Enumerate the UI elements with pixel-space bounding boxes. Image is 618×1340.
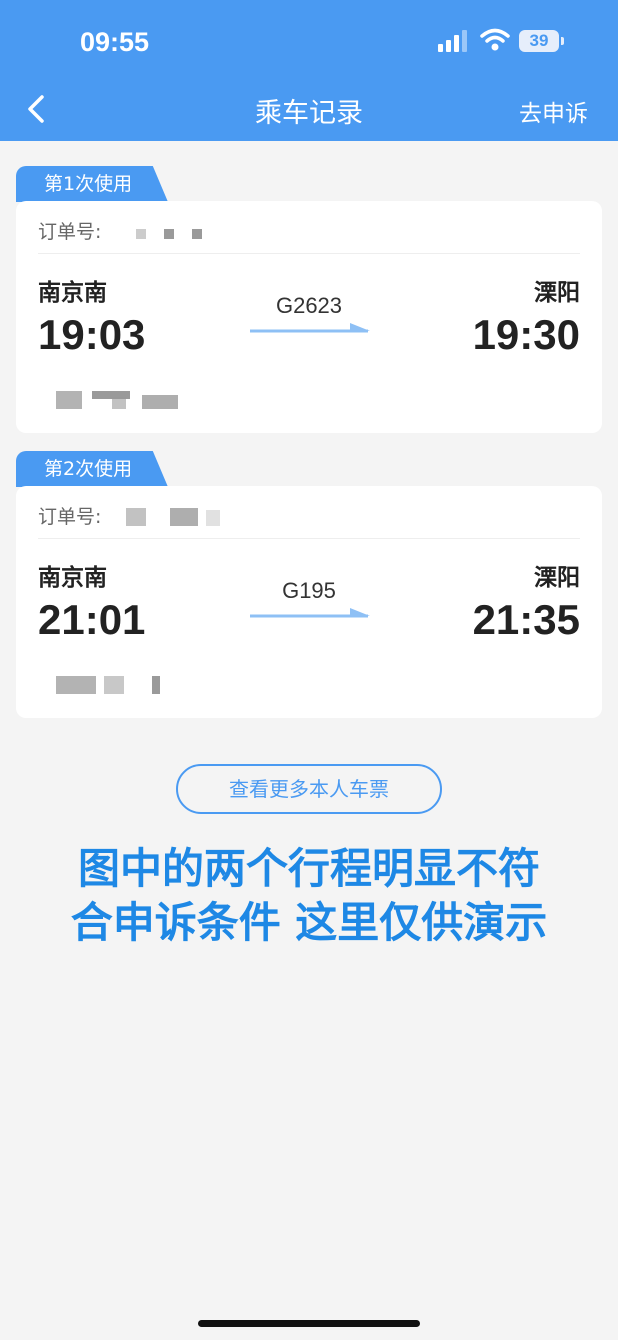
divider <box>38 538 580 539</box>
departure-time: 21:01 <box>38 596 146 643</box>
order-number-label: 订单号: <box>38 221 102 243</box>
arrow-right-icon <box>250 608 370 618</box>
header-bar: 09:55 39 乘车记录 去申诉 <box>0 0 618 141</box>
record-tag: 第1次使用 <box>16 166 168 202</box>
note-line-2: 合申诉条件 这里仅供演示 <box>70 898 548 947</box>
ride-record-card[interactable]: 订单号: 南京南 溧阳 G2623 19:03 19:30 <box>16 201 602 433</box>
arrow-right-icon <box>250 323 370 333</box>
battery-tip <box>561 37 564 45</box>
battery-indicator: 39 <box>519 30 559 52</box>
order-number-label: 订单号: <box>38 506 102 528</box>
overlay-note: 图中的两个行程明显不符 合申诉条件 这里仅供演示 <box>0 842 618 950</box>
arrival-time: 21:35 <box>472 596 580 643</box>
status-time: 09:55 <box>80 27 150 57</box>
divider <box>38 253 580 254</box>
note-line-1: 图中的两个行程明显不符 <box>77 844 540 893</box>
arrival-time: 19:30 <box>472 311 580 358</box>
cellular-signal-icon <box>438 30 467 52</box>
departure-time: 19:03 <box>38 311 146 358</box>
wifi-icon <box>480 28 510 51</box>
view-more-tickets-button[interactable]: 查看更多本人车票 <box>176 764 442 814</box>
home-indicator[interactable] <box>198 1320 420 1327</box>
ride-record-card[interactable]: 订单号: 南京南 溧阳 G195 21:01 21:35 <box>16 486 602 718</box>
appeal-button[interactable]: 去申诉 <box>519 94 588 128</box>
record-tag: 第2次使用 <box>16 451 168 487</box>
